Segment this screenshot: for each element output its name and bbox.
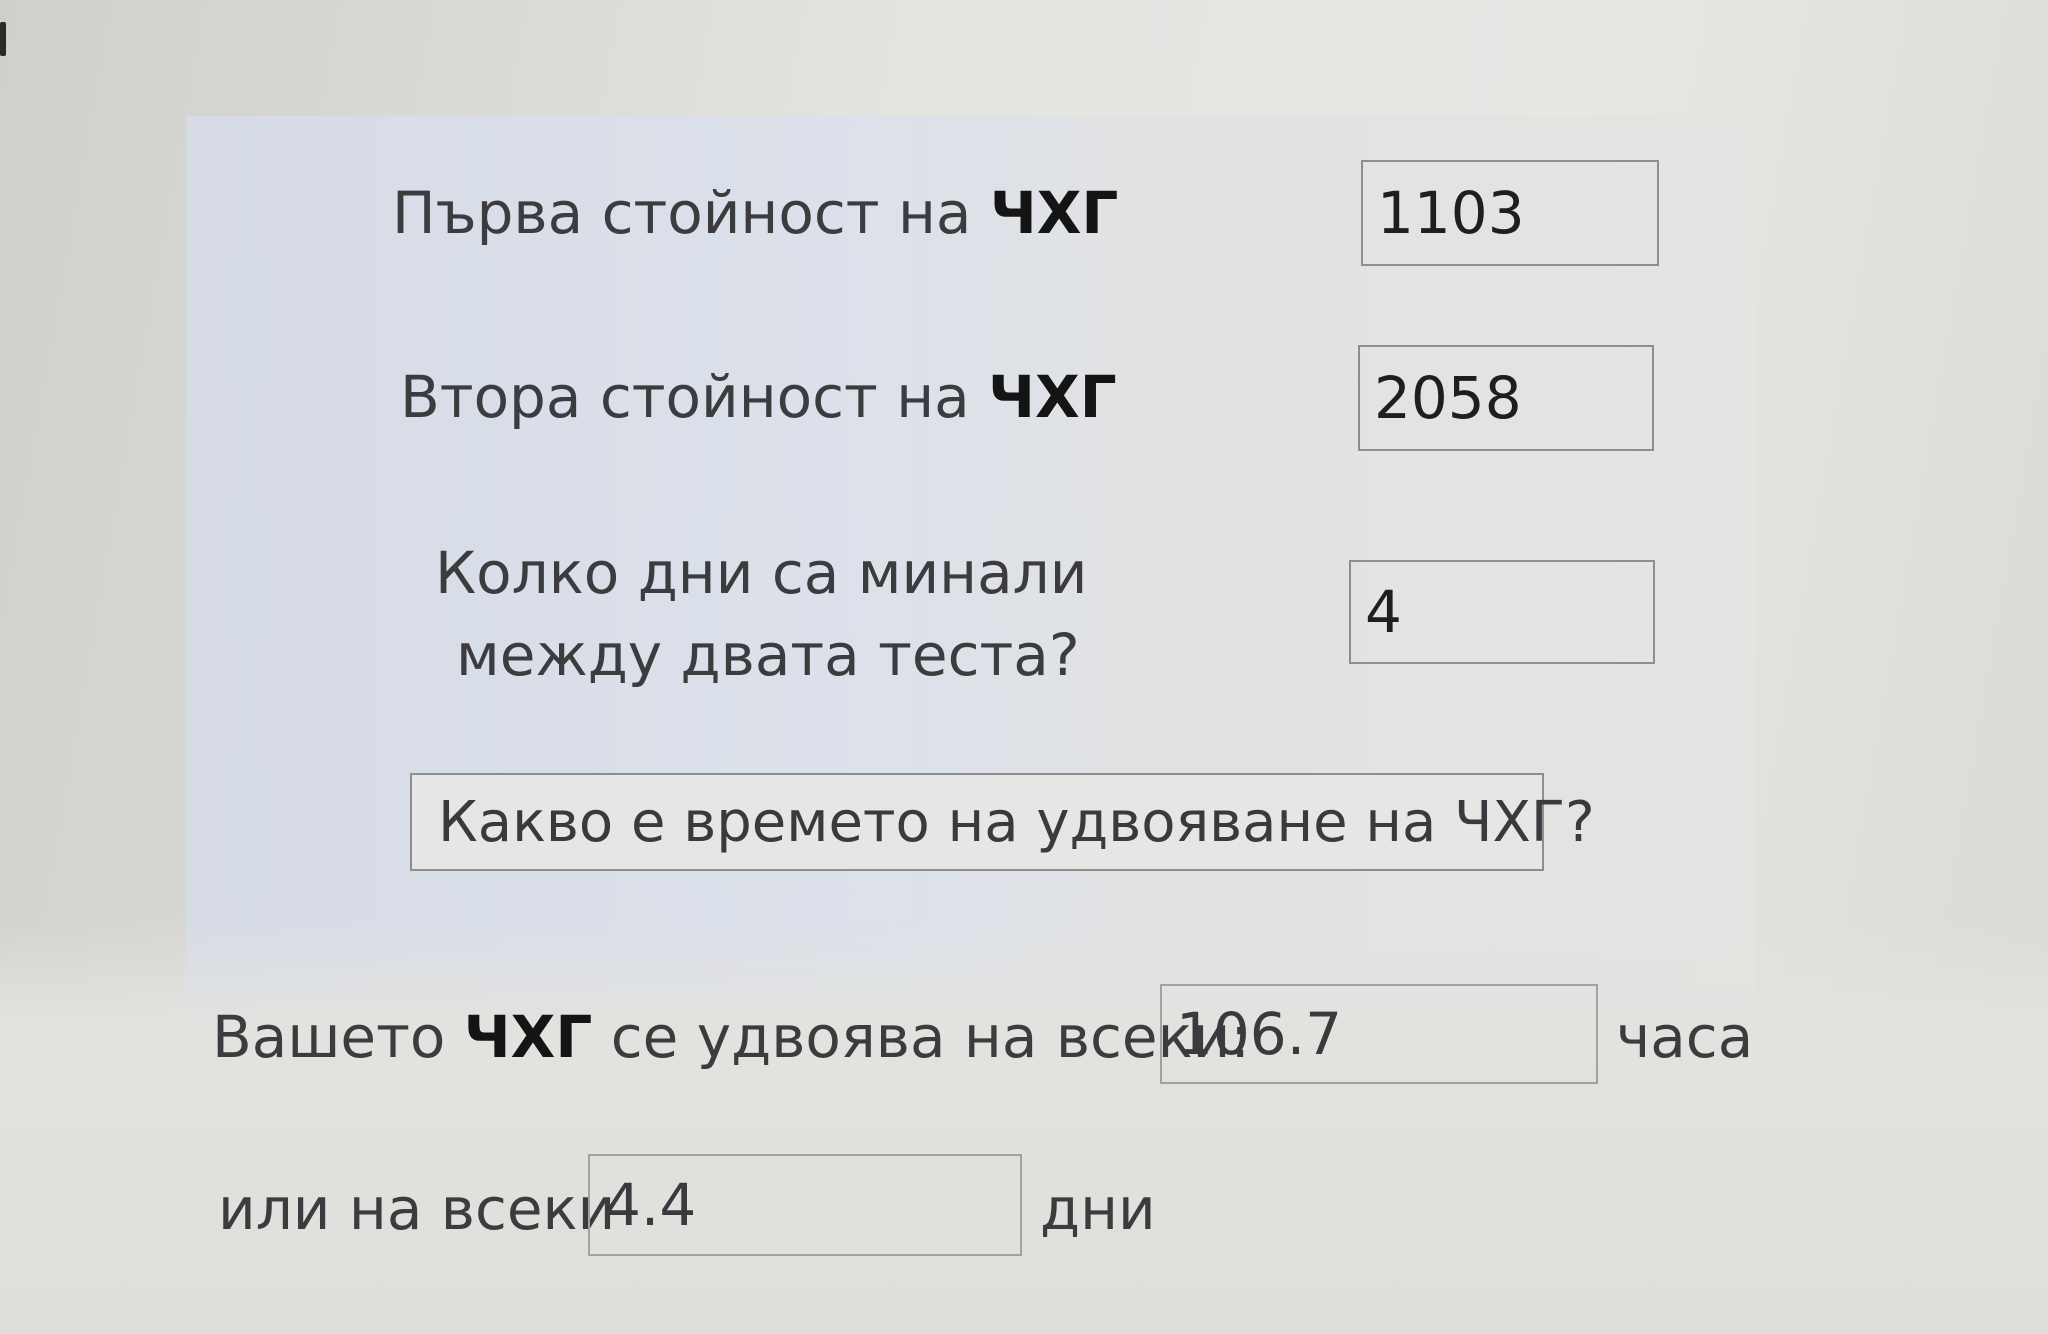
hours-result-label: Вашето ЧХГ се удвоява на всеки:: [212, 1003, 1250, 1071]
hours-unit-label: часа: [1616, 1003, 1754, 1071]
first-value-label: Първа стойност на ЧХГ: [392, 179, 1119, 247]
second-value-input[interactable]: 2058: [1358, 345, 1654, 451]
hours-result-field: 106.7: [1160, 984, 1598, 1084]
first-value-input[interactable]: 1103: [1361, 160, 1659, 266]
days-result-field: 4.4: [588, 1154, 1022, 1256]
screen-edge-mark: [0, 22, 6, 56]
days-between-input[interactable]: 4: [1349, 560, 1655, 664]
days-between-label-line1: Колко дни са минали: [435, 539, 1088, 607]
second-value-label: Втора стойност на ЧХГ: [400, 363, 1117, 431]
days-between-label-line2: между двата теста?: [456, 621, 1080, 689]
calculate-doubling-time-button[interactable]: Какво е времето на удвояване на ЧХГ?: [410, 773, 1595, 871]
days-unit-label: дни: [1040, 1175, 1156, 1243]
days-result-label: или на всеки: [218, 1175, 616, 1243]
results-area: [0, 920, 2048, 1334]
